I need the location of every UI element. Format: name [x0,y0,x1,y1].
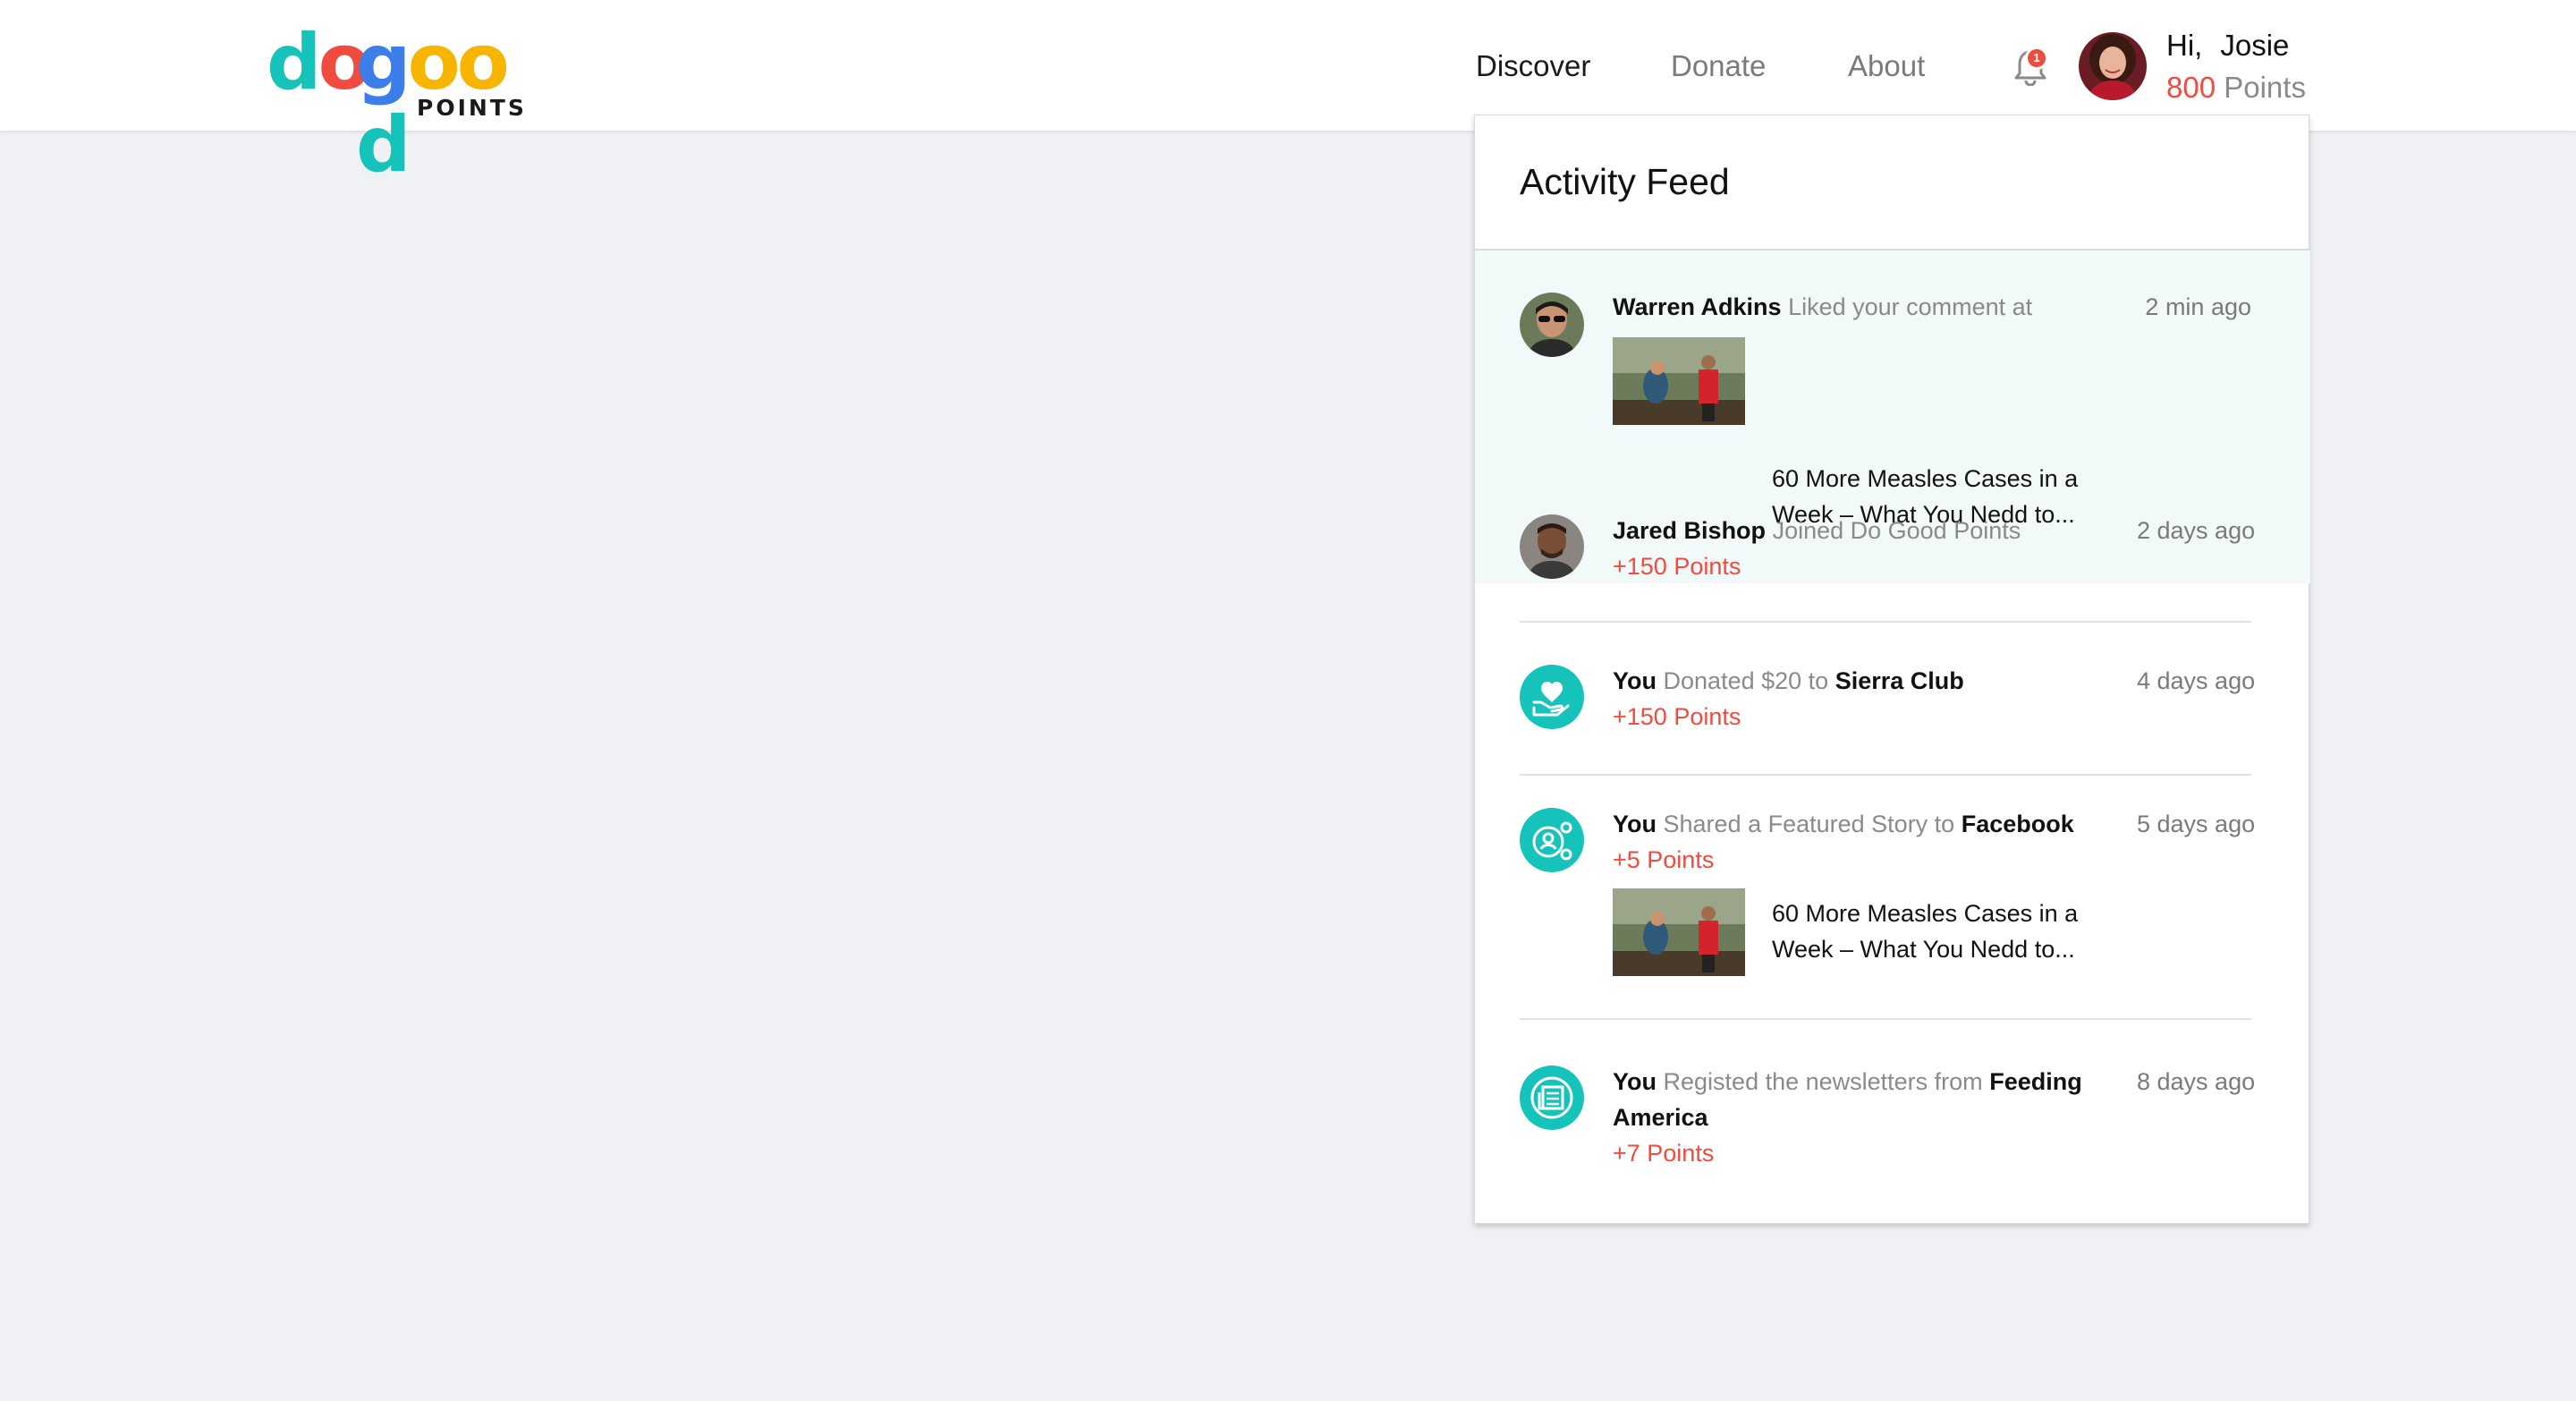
user-name: Josie [2220,29,2290,62]
story-thumbnail[interactable] [1613,888,1745,976]
divider [1520,621,2251,623]
logo-tagline: POINTS [417,95,527,121]
nav-link-discover[interactable]: Discover [1476,47,1590,86]
do-good-points-logo[interactable]: do good POINTS [267,18,527,186]
user-avatar-warren[interactable] [1520,293,1584,357]
feed-points: +150 Points [1613,553,1741,580]
feed-target[interactable]: Feeding [1989,1068,2082,1095]
divider [1520,1018,2251,1020]
feed-action: Shared a Featured Story to [1663,811,1955,837]
logo-letter: d [356,100,411,190]
feed-action: Liked your comment at [1788,293,2033,320]
feed-target[interactable]: Facebook [1962,811,2074,837]
nav-link-about[interactable]: About [1848,47,1925,86]
feed-action: Joined Do Good Points [1772,517,2021,544]
top-header: do good POINTS Discover Donate About 1 H… [0,0,2576,186]
feed-time: 2 days ago [2137,517,2256,544]
feed-actor[interactable]: You [1613,667,1657,694]
points-value: 800 [2166,71,2216,104]
story-thumbnail[interactable] [1613,337,1745,425]
feed-item-text: Jared Bishop Joined Do Good Points [1613,513,2021,548]
activity-feed-title: Activity Feed [1520,161,1730,202]
activity-feed-panel: Activity Feed Warren Adkins Liked your c… [1474,115,2310,1224]
feed-points: +5 Points [1613,846,1715,873]
feed-item-text: You Shared a Featured Story to Facebook [1613,806,2074,842]
feed-action: Donated $20 to [1663,667,1829,694]
user-points: 800 Points [2166,68,2306,107]
nav-link-donate[interactable]: Donate [1671,47,1766,86]
feed-time: 8 days ago [2137,1068,2256,1095]
feed-points: +7 Points [1613,1140,1715,1167]
feed-item-text: You Registed the newsletters from Feedin… [1613,1064,2082,1100]
feed-action: Registed the newsletters from [1663,1068,1983,1095]
feed-item-text: Warren Adkins Liked your comment at [1613,289,2032,325]
feed-target[interactable]: Sierra Club [1835,667,1964,694]
feed-target-cont[interactable]: America [1613,1104,1708,1131]
feed-item-text: You Donated $20 to Sierra Club [1613,663,1964,699]
heart-in-hand-icon [1520,665,1584,729]
user-avatar[interactable] [2079,32,2147,100]
feed-time: 2 min ago [2145,293,2251,320]
points-label: Points [2224,71,2306,104]
feed-actor[interactable]: You [1613,1068,1657,1095]
logo-letter: o [456,18,510,107]
logo-letter: o [407,18,461,107]
user-greeting: Hi, Josie [2166,25,2289,66]
logo-word-do: do [267,18,371,107]
divider [1520,774,2251,776]
greeting-text: Hi, [2166,29,2203,62]
feed-points: +150 Points [1613,703,1741,730]
feed-actor[interactable]: Jared Bishop [1613,517,1766,544]
story-title[interactable]: 60 More Measles Cases in a Week – What Y… [1772,896,2112,967]
share-user-icon [1520,808,1584,872]
feed-item-text-cont: America [1613,1100,1708,1135]
user-avatar-jared[interactable] [1520,514,1584,579]
feed-actor[interactable]: You [1613,811,1657,837]
logo-letter: g [356,18,411,107]
logo-letter: d [267,18,322,107]
newsletter-icon [1520,1066,1584,1130]
notification-badge: 1 [2025,47,2048,70]
feed-time: 5 days ago [2137,811,2256,837]
feed-actor[interactable]: Warren Adkins [1613,293,1782,320]
feed-time: 4 days ago [2137,667,2256,694]
